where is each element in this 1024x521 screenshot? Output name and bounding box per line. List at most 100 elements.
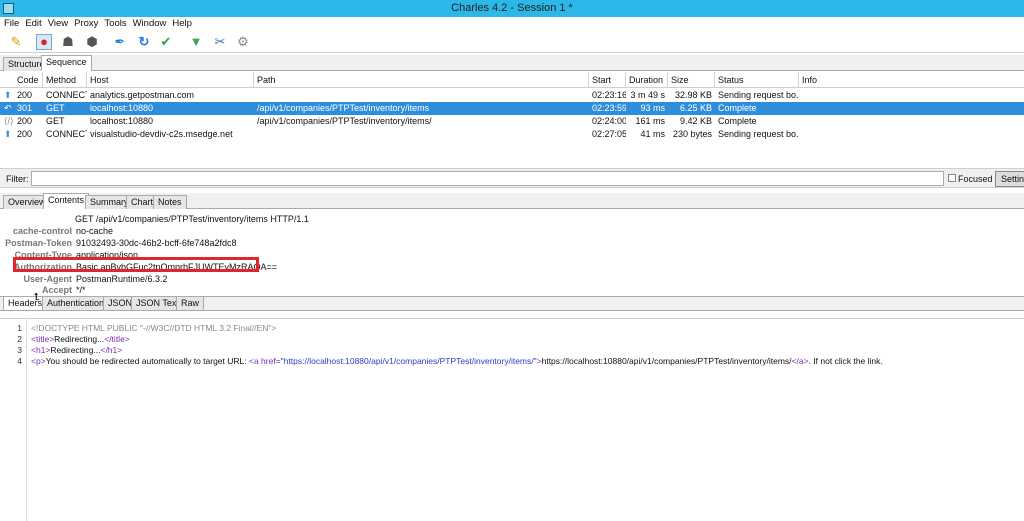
- cell-path: /api/v1/companies/PTPTest/inventory/item…: [257, 103, 430, 113]
- cell-duration: 3 m 49 s: [630, 90, 665, 100]
- gear-icon[interactable]: ⚙: [235, 34, 251, 50]
- column-info[interactable]: Info: [799, 72, 1024, 88]
- table-row[interactable]: ⬆ 200 CONNECT visualstudio-devdiv-c2s.ms…: [0, 128, 1024, 141]
- request-line: GET /api/v1/companies/PTPTest/inventory/…: [75, 214, 309, 224]
- menu-proxy[interactable]: Proxy: [74, 17, 98, 31]
- header-key: Postman-Token: [5, 238, 72, 248]
- tools-icon[interactable]: ✂: [212, 34, 228, 50]
- cell-host: analytics.getpostman.com: [90, 90, 195, 100]
- tag-text: </a>: [791, 356, 809, 366]
- focused-label: Focused: [958, 174, 993, 184]
- content-text: You should be redirected automatically t…: [45, 356, 249, 366]
- cell-duration: 161 ms: [635, 116, 665, 126]
- code-line: 3 <h1>Redirecting...</h1>: [0, 345, 1024, 356]
- response-body-editor[interactable]: 1 <!DOCTYPE HTML PUBLIC "-//W3C//DTD HTM…: [0, 318, 1024, 521]
- cell-path: [254, 89, 589, 102]
- sequence-table: Code Method Host Path Start Duration Siz…: [0, 72, 1024, 167]
- filter-label: Filter:: [6, 174, 29, 184]
- line-number: 1: [17, 323, 22, 333]
- menu-bar: File Edit View Proxy Tools Window Help: [0, 17, 1024, 31]
- cell-status: Complete: [718, 103, 757, 113]
- column-status[interactable]: Status: [715, 72, 799, 88]
- basket-icon[interactable]: ▼: [188, 34, 204, 50]
- cell-info: [799, 128, 1024, 141]
- cell-size: 6.25 KB: [679, 103, 712, 113]
- tag-text: <a href=: [249, 356, 281, 366]
- focused-checkbox[interactable]: [948, 174, 956, 182]
- tab-notes[interactable]: Notes: [153, 195, 187, 209]
- mouse-cursor-icon: ⮤: [34, 292, 40, 303]
- table-row-selected[interactable]: ↶ 301 GET localhost:10880 /api/v1/compan…: [0, 102, 1024, 115]
- record-icon[interactable]: ●: [36, 34, 52, 50]
- line-number: 4: [17, 356, 22, 366]
- cell-code: 301: [17, 103, 33, 113]
- cell-info: [799, 102, 1024, 115]
- cell-method: GET: [46, 103, 65, 113]
- code-line: 1 <!DOCTYPE HTML PUBLIC "-//W3C//DTD HTM…: [0, 323, 1024, 334]
- check-icon[interactable]: ✔: [158, 34, 174, 50]
- content-text: . If not click the link.: [808, 356, 883, 366]
- cell-size: 9.42 KB: [679, 116, 712, 126]
- table-row[interactable]: ⬆ 200 CONNECT analytics.getpostman.com 0…: [0, 89, 1024, 102]
- cell-size: 32.98 KB: [674, 90, 712, 100]
- menu-file[interactable]: File: [4, 17, 19, 31]
- menu-view[interactable]: View: [48, 17, 68, 31]
- cell-start: 02:23:16: [592, 90, 626, 100]
- view-tabs: Structure Sequence: [0, 55, 1024, 71]
- column-method[interactable]: Method: [43, 72, 87, 88]
- cell-path: [254, 128, 589, 141]
- stop-icon[interactable]: ⬢: [84, 34, 100, 50]
- cell-code: 200: [17, 116, 33, 126]
- cell-host: localhost:10880: [90, 116, 154, 126]
- table-row[interactable]: ⟨/⟩ 200 GET localhost:10880 /api/v1/comp…: [0, 115, 1024, 128]
- upload-arrow-icon: ⬆: [4, 129, 12, 139]
- tab-headers[interactable]: Headers: [3, 297, 48, 311]
- cell-start: 02:24:00: [592, 116, 626, 126]
- pen-icon[interactable]: ✒: [112, 34, 128, 50]
- tag-text: <h1>: [31, 345, 51, 355]
- column-host[interactable]: Host: [87, 72, 254, 88]
- menu-tools[interactable]: Tools: [104, 17, 126, 31]
- tab-raw[interactable]: Raw: [176, 297, 205, 311]
- authorization-highlight-box: [13, 257, 259, 272]
- column-path[interactable]: Path: [254, 72, 589, 88]
- turtle-icon[interactable]: ☗: [60, 34, 76, 50]
- tab-sequence[interactable]: Sequence: [41, 55, 92, 71]
- header-row: Accept */*: [0, 284, 1024, 296]
- settings-button[interactable]: Settin: [995, 171, 1024, 187]
- attribute-value: "https://localhost:10880/api/v1/companie…: [280, 356, 537, 366]
- cell-status: Sending request bo...: [718, 129, 799, 139]
- redirect-icon: ↶: [4, 103, 12, 113]
- cell-method: GET: [46, 116, 65, 126]
- header-value: no-cache: [76, 226, 114, 236]
- cell-start: 02:23:59: [592, 103, 626, 113]
- filter-input[interactable]: [31, 171, 944, 186]
- column-start[interactable]: Start: [589, 72, 626, 88]
- column-size[interactable]: Size: [668, 72, 715, 88]
- refresh-icon[interactable]: ↻: [136, 34, 152, 50]
- menu-window[interactable]: Window: [133, 17, 167, 31]
- cell-status: Complete: [718, 116, 757, 126]
- cell-host: visualstudio-devdiv-c2s.msedge.net: [90, 129, 233, 139]
- header-row: cache-control no-cache: [0, 225, 1024, 237]
- column-duration[interactable]: Duration: [626, 72, 668, 88]
- tag-text: <p>: [31, 356, 46, 366]
- tab-contents[interactable]: Contents: [43, 193, 90, 209]
- cell-path: /api/v1/companies/PTPTest/inventory/item…: [257, 116, 432, 126]
- request-headers-panel: GET /api/v1/companies/PTPTest/inventory/…: [0, 210, 1024, 296]
- cell-status: Sending request bo...: [718, 90, 799, 100]
- table-header: Code Method Host Path Start Duration Siz…: [0, 72, 1024, 88]
- tab-authentication[interactable]: Authentication: [42, 297, 110, 311]
- code-line: 2 <title>Redirecting...</title>: [0, 334, 1024, 345]
- menu-edit[interactable]: Edit: [25, 17, 41, 31]
- doctype-text: <!DOCTYPE HTML PUBLIC "-//W3C//DTD HTML …: [31, 323, 277, 333]
- line-number: 3: [17, 345, 22, 355]
- menu-help[interactable]: Help: [172, 17, 192, 31]
- column-code[interactable]: Code: [14, 72, 43, 88]
- content-text: Redirecting...: [54, 334, 105, 344]
- upload-arrow-icon: ⬆: [4, 90, 12, 100]
- broom-icon[interactable]: ✎: [8, 34, 24, 50]
- title-bar: Charles 4.2 - Session 1 *: [0, 0, 1024, 17]
- content-format-tabs: Headers Authentication JSON JSON Text Ra…: [0, 296, 1024, 311]
- header-row: Postman-Token 91032493-30dc-46b2-bcff-6f…: [0, 237, 1024, 249]
